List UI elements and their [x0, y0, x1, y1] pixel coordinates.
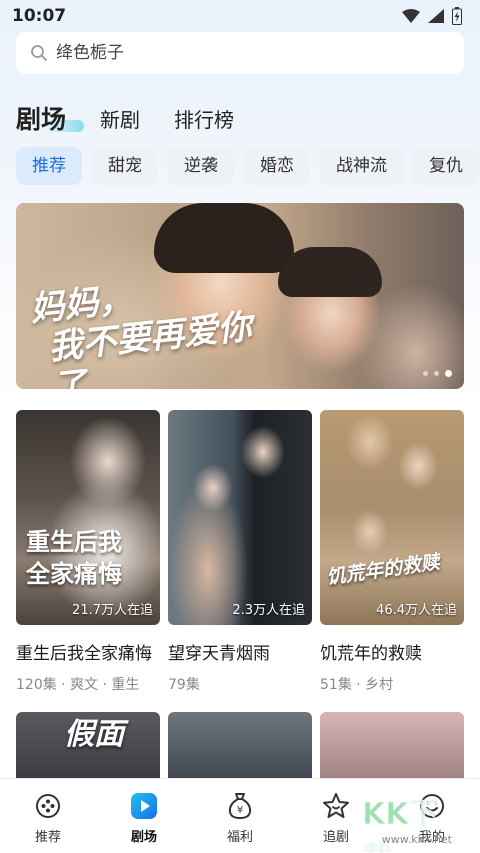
status-bar: 10:07 [0, 0, 480, 32]
banner-title: 妈妈， 我不要再爱你了 [28, 265, 279, 389]
nav-label: 福利 [226, 830, 253, 845]
tab-theater[interactable]: 剧场 [16, 106, 85, 134]
drama-card[interactable]: 重生后我全家痛悔 21.7万人在追 重生后我全家痛悔 120集 · 爽文 · 重… [16, 410, 160, 694]
view-count: 2.3万人在追 [232, 603, 305, 618]
banner-dot-active [445, 370, 452, 377]
chip-war-god[interactable]: 战神流 [320, 147, 403, 185]
svg-text:¥: ¥ [237, 805, 243, 816]
drama-poster[interactable] [168, 712, 312, 782]
play-icon [129, 791, 159, 821]
drama-poster[interactable]: 重生后我全家痛悔 21.7万人在追 [16, 410, 160, 625]
compass-icon [33, 791, 63, 821]
tab-ranking[interactable]: 排行榜 [174, 106, 234, 134]
chip-recommend[interactable]: 推荐 [16, 147, 82, 185]
drama-poster[interactable]: 假面 [16, 712, 160, 782]
nav-profile[interactable]: 我的 [392, 791, 472, 845]
chip-sweet[interactable]: 甜宠 [92, 147, 158, 185]
drama-card[interactable]: 饥荒年的救赎 46.4万人在追 饥荒年的救赎 51集 · 乡村 [320, 410, 464, 694]
banner-pagination [423, 370, 452, 377]
drama-title[interactable]: 望穿天青烟雨 [168, 639, 316, 664]
nav-label: 剧场 [130, 830, 157, 845]
banner-figure [278, 247, 382, 297]
star-icon [321, 791, 351, 821]
drama-card[interactable]: 假面 [16, 712, 160, 782]
nav-welfare[interactable]: ¥ 福利 [200, 791, 280, 845]
search-input[interactable] [56, 43, 436, 63]
banner-figure [154, 203, 294, 273]
tab-new-drama[interactable]: 新剧 [100, 106, 140, 134]
nav-recommend[interactable]: 推荐 [8, 791, 88, 845]
poster-title-text: 假面 [64, 717, 124, 752]
drama-meta: 120集 · 爽文 · 重生 [16, 677, 140, 693]
chip-romance[interactable]: 婚恋 [244, 147, 310, 185]
search-bar[interactable] [16, 32, 464, 74]
poster-title-text: 饥荒年的救赎 [325, 550, 441, 590]
status-icons [402, 7, 462, 25]
nav-theater[interactable]: 剧场 [104, 791, 184, 845]
drama-poster[interactable]: 饥荒年的救赎 46.4万人在追 [320, 410, 464, 625]
drama-poster[interactable] [320, 712, 464, 782]
drama-meta: 51集 · 乡村 [320, 677, 394, 693]
drama-card[interactable] [320, 712, 464, 782]
drama-grid: 重生后我全家痛悔 21.7万人在追 重生后我全家痛悔 120集 · 爽文 · 重… [16, 410, 464, 694]
drama-grid-row-2: 假面 [16, 712, 464, 782]
chip-revenge[interactable]: 复仇 [413, 147, 479, 185]
nav-following[interactable]: 追剧 [296, 791, 376, 845]
battery-icon [452, 7, 462, 25]
drama-card[interactable] [168, 712, 312, 782]
poster-title-text-content: 重生后我全家痛悔 [26, 527, 122, 588]
banner-dot [423, 371, 428, 376]
smile-icon [417, 791, 447, 821]
chip-counterattack[interactable]: 逆袭 [168, 147, 234, 185]
bottom-nav: 推荐 剧场 ¥ 福利 追剧 我的 [0, 778, 480, 853]
view-count: 21.7万人在追 [72, 603, 153, 618]
poster-title-text-content: 饥荒年的救赎 [325, 551, 441, 589]
drama-card[interactable]: 2.3万人在追 望穿天青烟雨 79集 [168, 410, 312, 694]
featured-banner[interactable]: 妈妈， 我不要再爱你了 [16, 203, 464, 389]
nav-label: 我的 [418, 830, 445, 845]
wifi-icon [402, 9, 420, 23]
nav-label: 追剧 [322, 830, 349, 845]
drama-title[interactable]: 重生后我全家痛悔 [16, 639, 164, 664]
drama-meta: 79集 [168, 677, 200, 693]
signal-icon [428, 9, 444, 23]
category-chips: 推荐 甜宠 逆袭 婚恋 战神流 复仇 [16, 147, 480, 185]
search-icon [31, 45, 47, 61]
drama-title[interactable]: 饥荒年的救赎 [320, 639, 468, 664]
poster-title-text: 重生后我全家痛悔 [26, 526, 126, 590]
banner-dot [434, 371, 439, 376]
view-count: 46.4万人在追 [376, 603, 457, 618]
status-time: 10:07 [12, 6, 67, 26]
yen-bag-icon: ¥ [225, 791, 255, 821]
top-tabs: 剧场 新剧 排行榜 [16, 94, 234, 134]
nav-label: 推荐 [34, 830, 61, 845]
drama-poster[interactable]: 2.3万人在追 [168, 410, 312, 625]
